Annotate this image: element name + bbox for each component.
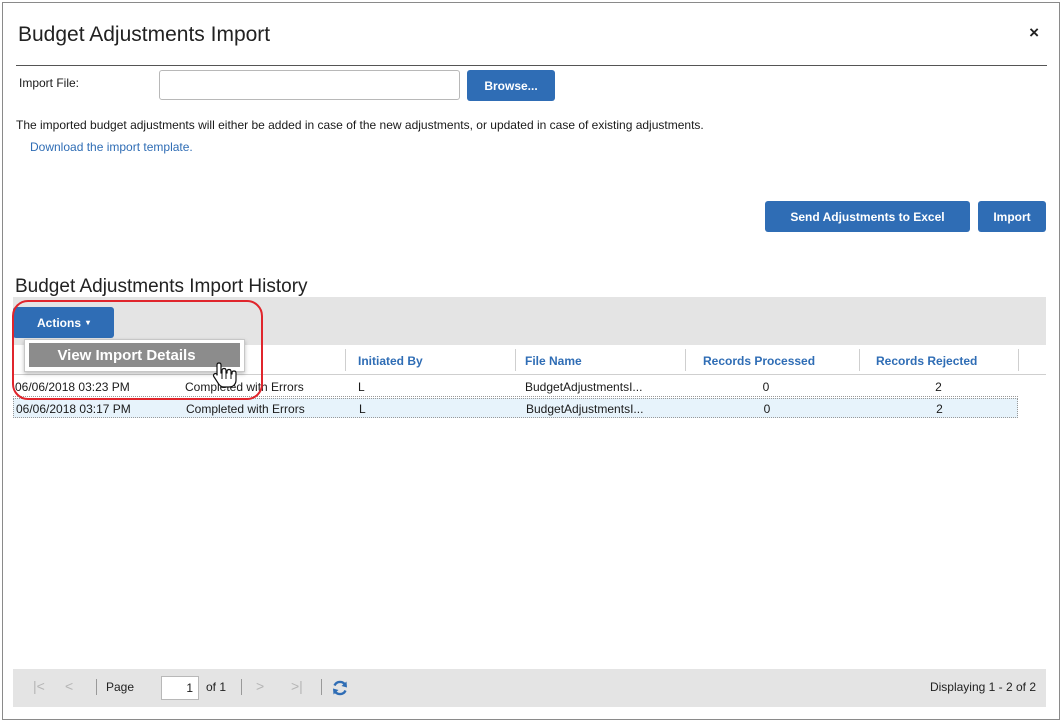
browse-button[interactable]: Browse...: [467, 70, 555, 101]
title-divider: [16, 65, 1047, 66]
pagination-bar: |< < Page 1 of 1 > >| Displaying 1 - 2 o…: [13, 669, 1046, 707]
pager-divider: [241, 679, 242, 695]
download-template-link[interactable]: Download the import template.: [30, 140, 193, 154]
send-to-excel-button[interactable]: Send Adjustments to Excel: [765, 201, 970, 232]
file-name-cell: BudgetAdjustmentsI...: [526, 402, 644, 416]
pager-divider: [321, 679, 322, 695]
import-file-input[interactable]: [159, 70, 460, 100]
page-label: Page: [106, 680, 135, 694]
import-info-text: The imported budget adjustments will eit…: [16, 118, 704, 132]
import-button[interactable]: Import: [978, 201, 1046, 232]
displaying-count: Displaying 1 - 2 of 2: [929, 680, 1036, 694]
column-divider: [515, 349, 516, 371]
status-cell: Completed with Errors: [186, 402, 305, 416]
column-header-file-name[interactable]: File Name: [525, 354, 582, 368]
hand-cursor-icon: [212, 362, 237, 388]
file-name-cell: BudgetAdjustmentsI...: [525, 380, 643, 394]
column-divider: [685, 349, 686, 371]
records-processed-cell: 0: [763, 402, 771, 416]
column-header-records-rejected[interactable]: Records Rejected: [876, 354, 977, 368]
initiated-by-cell: L: [359, 402, 366, 416]
page-number-input[interactable]: 1: [161, 676, 199, 700]
dialog-title: Budget Adjustments Import: [18, 23, 271, 46]
initiated-by-cell: L: [358, 380, 365, 394]
date-cell: 06/06/2018 03:17 PM: [16, 402, 131, 416]
records-rejected-cell: 2: [935, 380, 942, 394]
refresh-icon[interactable]: [331, 679, 349, 697]
prev-page-icon[interactable]: <: [65, 678, 73, 694]
last-page-icon[interactable]: >|: [291, 678, 303, 694]
history-title: Budget Adjustments Import History: [15, 276, 308, 297]
import-file-label: Import File:: [19, 76, 80, 90]
table-row[interactable]: 06/06/2018 03:17 PM Completed with Error…: [13, 398, 1018, 418]
records-processed-cell: 0: [762, 380, 770, 394]
pager-divider: [96, 679, 97, 695]
column-header-initiated-by[interactable]: Initiated By: [358, 354, 423, 368]
next-page-icon[interactable]: >: [256, 678, 264, 694]
column-header-records-processed[interactable]: Records Processed: [703, 354, 815, 368]
close-icon[interactable]: ×: [1029, 23, 1039, 43]
column-divider: [1018, 349, 1019, 371]
first-page-icon[interactable]: |<: [33, 678, 45, 694]
records-rejected-cell: 2: [936, 402, 943, 416]
column-divider: [345, 349, 346, 371]
page-count-label: of 1: [206, 680, 227, 694]
column-divider: [859, 349, 860, 371]
